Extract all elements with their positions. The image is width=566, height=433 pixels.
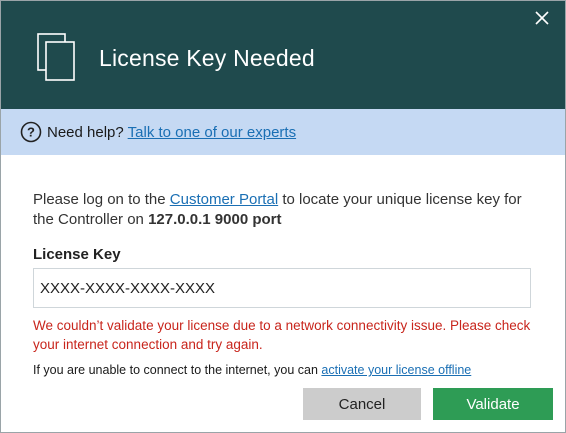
license-key-input[interactable] [33,268,531,308]
validate-button[interactable]: Validate [433,388,553,420]
license-dialog: License Key Needed ? Need help? Talk to … [0,0,566,433]
controller-host: 127.0.0.1 9000 port [148,211,282,228]
document-icon [37,33,75,81]
offline-activation-text: If you are unable to connect to the inte… [33,363,471,377]
activate-offline-link[interactable]: activate your license offline [321,363,471,377]
help-prefix: Need help? [47,124,124,141]
customer-portal-link[interactable]: Customer Portal [170,191,278,208]
validation-error-message: We couldn’t validate your license due to… [33,318,531,352]
dialog-header: License Key Needed [1,1,565,109]
offline-text: If you are unable to connect to the inte… [33,363,318,377]
intro-text: Please log on to the Customer Portal to … [33,190,543,230]
help-text: Need help? Talk to one of our experts [47,124,296,141]
help-bar: ? Need help? Talk to one of our experts [1,109,565,155]
talk-to-experts-link[interactable]: Talk to one of our experts [128,124,296,141]
license-key-label: License Key [33,246,121,263]
dialog-title: License Key Needed [99,45,315,71]
close-icon[interactable] [531,7,553,29]
svg-text:?: ? [27,125,35,140]
question-circle-icon: ? [20,121,42,143]
intro-before: Please log on to the [33,191,166,208]
cancel-button[interactable]: Cancel [303,388,421,420]
